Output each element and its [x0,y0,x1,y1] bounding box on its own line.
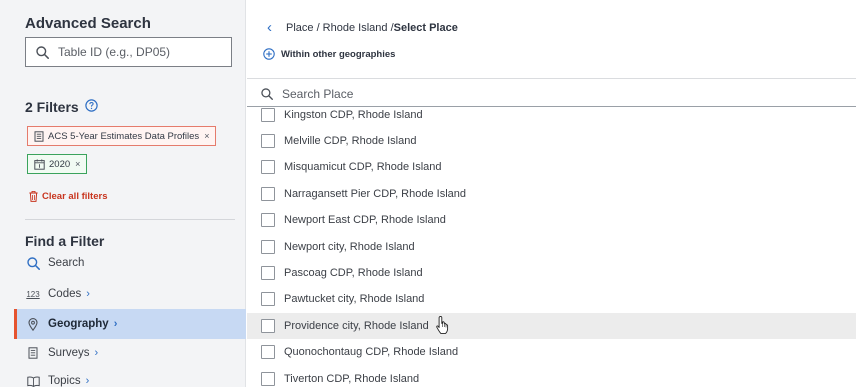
place-checkbox[interactable] [261,213,275,227]
search-icon [36,45,49,59]
list-item[interactable]: Quonochontaug CDP, Rhode Island [247,339,856,365]
document-icon [34,130,44,142]
filters-heading: 2 Filters [25,99,98,115]
place-label: Misquamicut CDP, Rhode Island [284,161,442,173]
calendar-icon [34,158,45,170]
chevron-right-icon: › [113,318,118,330]
place-label: Quonochontaug CDP, Rhode Island [284,346,459,358]
place-checkbox[interactable] [261,292,275,306]
breadcrumb: ‹ Place / Rhode Island / Select Place [267,20,458,35]
list-item[interactable]: Melville CDP, Rhode Island [247,128,856,154]
chevron-right-icon: › [85,375,90,387]
place-checkbox[interactable] [261,108,275,122]
place-checkbox[interactable] [261,240,275,254]
filters-count-label: 2 Filters [25,99,79,115]
place-label: Melville CDP, Rhode Island [284,135,417,147]
sidebar-item-surveys[interactable]: Surveys › [14,338,246,368]
place-label: Kingston CDP, Rhode Island [284,109,423,121]
place-checkbox[interactable] [261,187,275,201]
within-other-geographies-label: Within other geographies [281,48,396,60]
filter-chip-year-label: 2020 [49,158,71,170]
map-pin-icon [26,317,40,331]
place-checkbox[interactable] [261,266,275,280]
list-item[interactable]: Misquamicut CDP, Rhode Island [247,154,856,180]
list-item[interactable]: Kingston CDP, Rhode Island [247,107,856,128]
sidebar-item-label: Surveys [48,347,90,359]
place-label: Narragansett Pier CDP, Rhode Island [284,188,467,200]
table-id-search-input[interactable] [58,45,218,59]
place-label: Pawtucket city, Rhode Island [284,293,425,305]
list-item[interactable]: Tiverton CDP, Rhode Island [247,366,856,387]
place-label: Tiverton CDP, Rhode Island [284,373,420,385]
place-label: Providence city, Rhode Island [284,320,429,332]
breadcrumb-path: Place / Rhode Island / [286,21,394,34]
place-checkbox[interactable] [261,372,275,386]
remove-filter-survey-button[interactable]: × [204,131,209,141]
hand-pointer-icon [436,316,449,334]
filter-chip-year[interactable]: 2020 × [27,154,88,174]
list-item[interactable]: Narragansett Pier CDP, Rhode Island [247,181,856,207]
plus-circle-icon [263,48,275,60]
within-other-geographies-button[interactable]: Within other geographies [263,48,395,60]
chevron-right-icon: › [86,288,90,300]
place-label: Newport East CDP, Rhode Island [284,214,446,226]
sidebar-divider [25,219,235,220]
breadcrumb-current: Select Place [393,21,458,34]
place-label: Newport city, Rhode Island [284,241,415,253]
place-search-box[interactable] [247,82,856,107]
advanced-search-title: Advanced Search [25,15,151,32]
sidebar-item-topics[interactable]: Topics › [14,366,246,387]
filter-chip-survey[interactable]: ACS 5-Year Estimates Data Profiles × [27,126,217,146]
clear-all-filters-button[interactable]: Clear all filters [29,191,107,202]
sidebar-item-label: Geography [48,318,109,330]
remove-filter-year-button[interactable]: × [75,159,80,169]
book-icon [26,376,40,387]
filter-chip-survey-label: ACS 5-Year Estimates Data Profiles [48,130,200,142]
help-circle-icon[interactable] [85,99,98,115]
find-a-filter-heading: Find a Filter [25,233,105,249]
trash-icon [29,191,38,202]
sidebar-item-label: Topics [48,375,81,387]
list-item[interactable]: Newport city, Rhode Island [247,234,856,260]
sidebar-item-search[interactable]: Search [14,248,246,278]
sidebar-item-codes[interactable]: 123 Codes › [14,279,246,309]
chevron-left-icon[interactable]: ‹ [267,20,272,35]
place-checkbox[interactable] [261,160,275,174]
sidebar-item-label: Codes [48,288,82,300]
clear-all-filters-label: Clear all filters [42,191,108,202]
sidebar-item-geography[interactable]: Geography › [14,309,246,339]
numbers-icon: 123 [26,289,40,299]
place-label: Pascoag CDP, Rhode Island [284,267,423,279]
list-item[interactable]: Pascoag CDP, Rhode Island [247,260,856,286]
place-checkbox[interactable] [261,319,275,333]
place-checkbox[interactable] [261,134,275,148]
search-icon [26,256,40,270]
filter-sidebar: Advanced Search 2 Filters ACS 5-Ye [0,0,246,387]
place-list: Kingston CDP, Rhode Island Melville CDP,… [247,107,856,387]
table-id-search-box[interactable] [25,37,232,67]
place-search-input[interactable] [282,87,582,101]
place-checkbox[interactable] [261,345,275,359]
search-icon [261,88,273,100]
sidebar-item-label: Search [48,257,85,269]
list-item[interactable]: Providence city, Rhode Island [247,313,856,339]
list-item[interactable]: Newport East CDP, Rhode Island [247,207,856,233]
place-selection-panel: ‹ Place / Rhode Island / Select Place Wi… [247,0,856,387]
list-item[interactable]: Pawtucket city, Rhode Island [247,286,856,312]
panel-divider [247,78,856,79]
document-icon [26,347,40,359]
chevron-right-icon: › [94,347,99,359]
